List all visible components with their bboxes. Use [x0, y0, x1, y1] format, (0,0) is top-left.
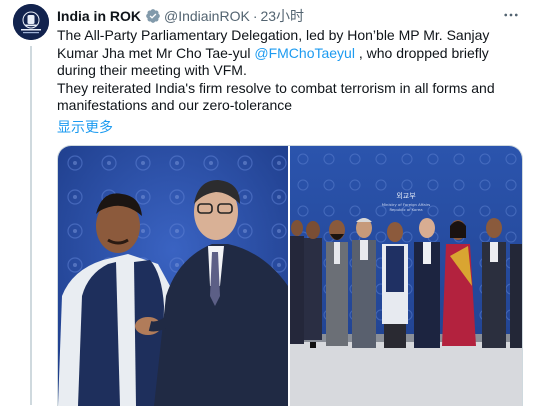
embassy-emblem-icon — [13, 4, 49, 40]
avatar[interactable] — [13, 4, 49, 40]
tweet-paragraph-1: The All-Party Parliamentary Delegation, … — [57, 27, 529, 80]
backdrop-sign-korean: 외교부 — [396, 191, 416, 200]
separator-dot: · — [252, 8, 258, 24]
backdrop-sign-line-3: Republic of Korea — [389, 207, 422, 212]
author-name[interactable]: India in ROK — [57, 8, 141, 24]
tweet-header: India in ROK @IndiainROK · 23小时 — [57, 6, 304, 26]
author-handle[interactable]: @IndiainROK — [164, 8, 250, 24]
tweet-text: The All-Party Parliamentary Delegation, … — [57, 27, 529, 115]
tweet-paragraph-2: They reiterated India's firm resolve to … — [57, 79, 495, 114]
verified-badge-icon — [145, 8, 161, 24]
show-more-link[interactable]: 显示更多 — [57, 117, 113, 137]
mention-link[interactable]: @FMChoTaeyul — [254, 45, 355, 61]
photo-handshake[interactable] — [58, 146, 288, 406]
photo-group[interactable]: 외교부 Ministry of Foreign Affairs Republic… — [290, 146, 522, 406]
thread-line — [30, 46, 32, 405]
media-grid: 외교부 Ministry of Foreign Affairs Republic… — [57, 145, 523, 406]
timestamp[interactable]: 23小时 — [260, 6, 304, 26]
more-options-icon[interactable] — [500, 6, 522, 24]
